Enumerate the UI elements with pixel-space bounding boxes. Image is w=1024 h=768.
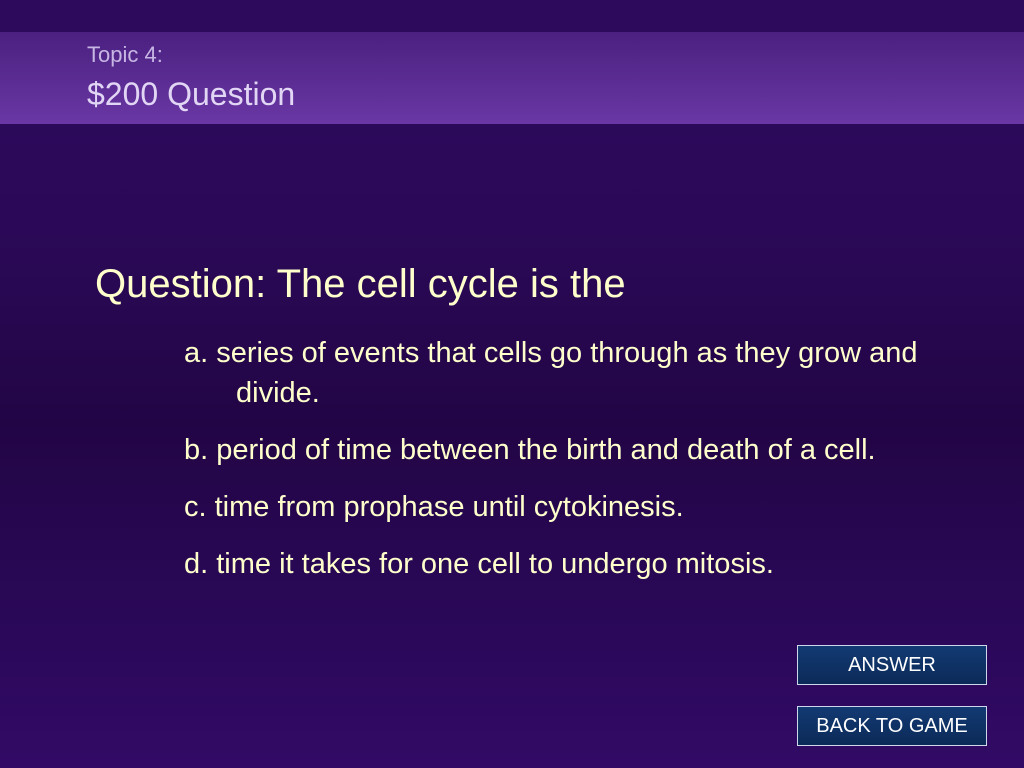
choice-d: d. time it takes for one cell to undergo… (184, 548, 774, 580)
answer-button[interactable]: ANSWER (797, 645, 987, 685)
back-to-game-button[interactable]: BACK TO GAME (797, 706, 987, 746)
topic-label: Topic 4: (87, 42, 163, 67)
choice-a: a. series of events that cells go throug… (184, 337, 918, 409)
answer-choices: a. series of events that cells go throug… (184, 333, 944, 601)
question-title: $200 Question (87, 76, 296, 112)
choice-c: c. time from prophase until cytokinesis. (184, 491, 684, 523)
choice-b: b. period of time between the birth and … (184, 434, 876, 466)
question-text: Question: The cell cycle is the (95, 262, 626, 306)
